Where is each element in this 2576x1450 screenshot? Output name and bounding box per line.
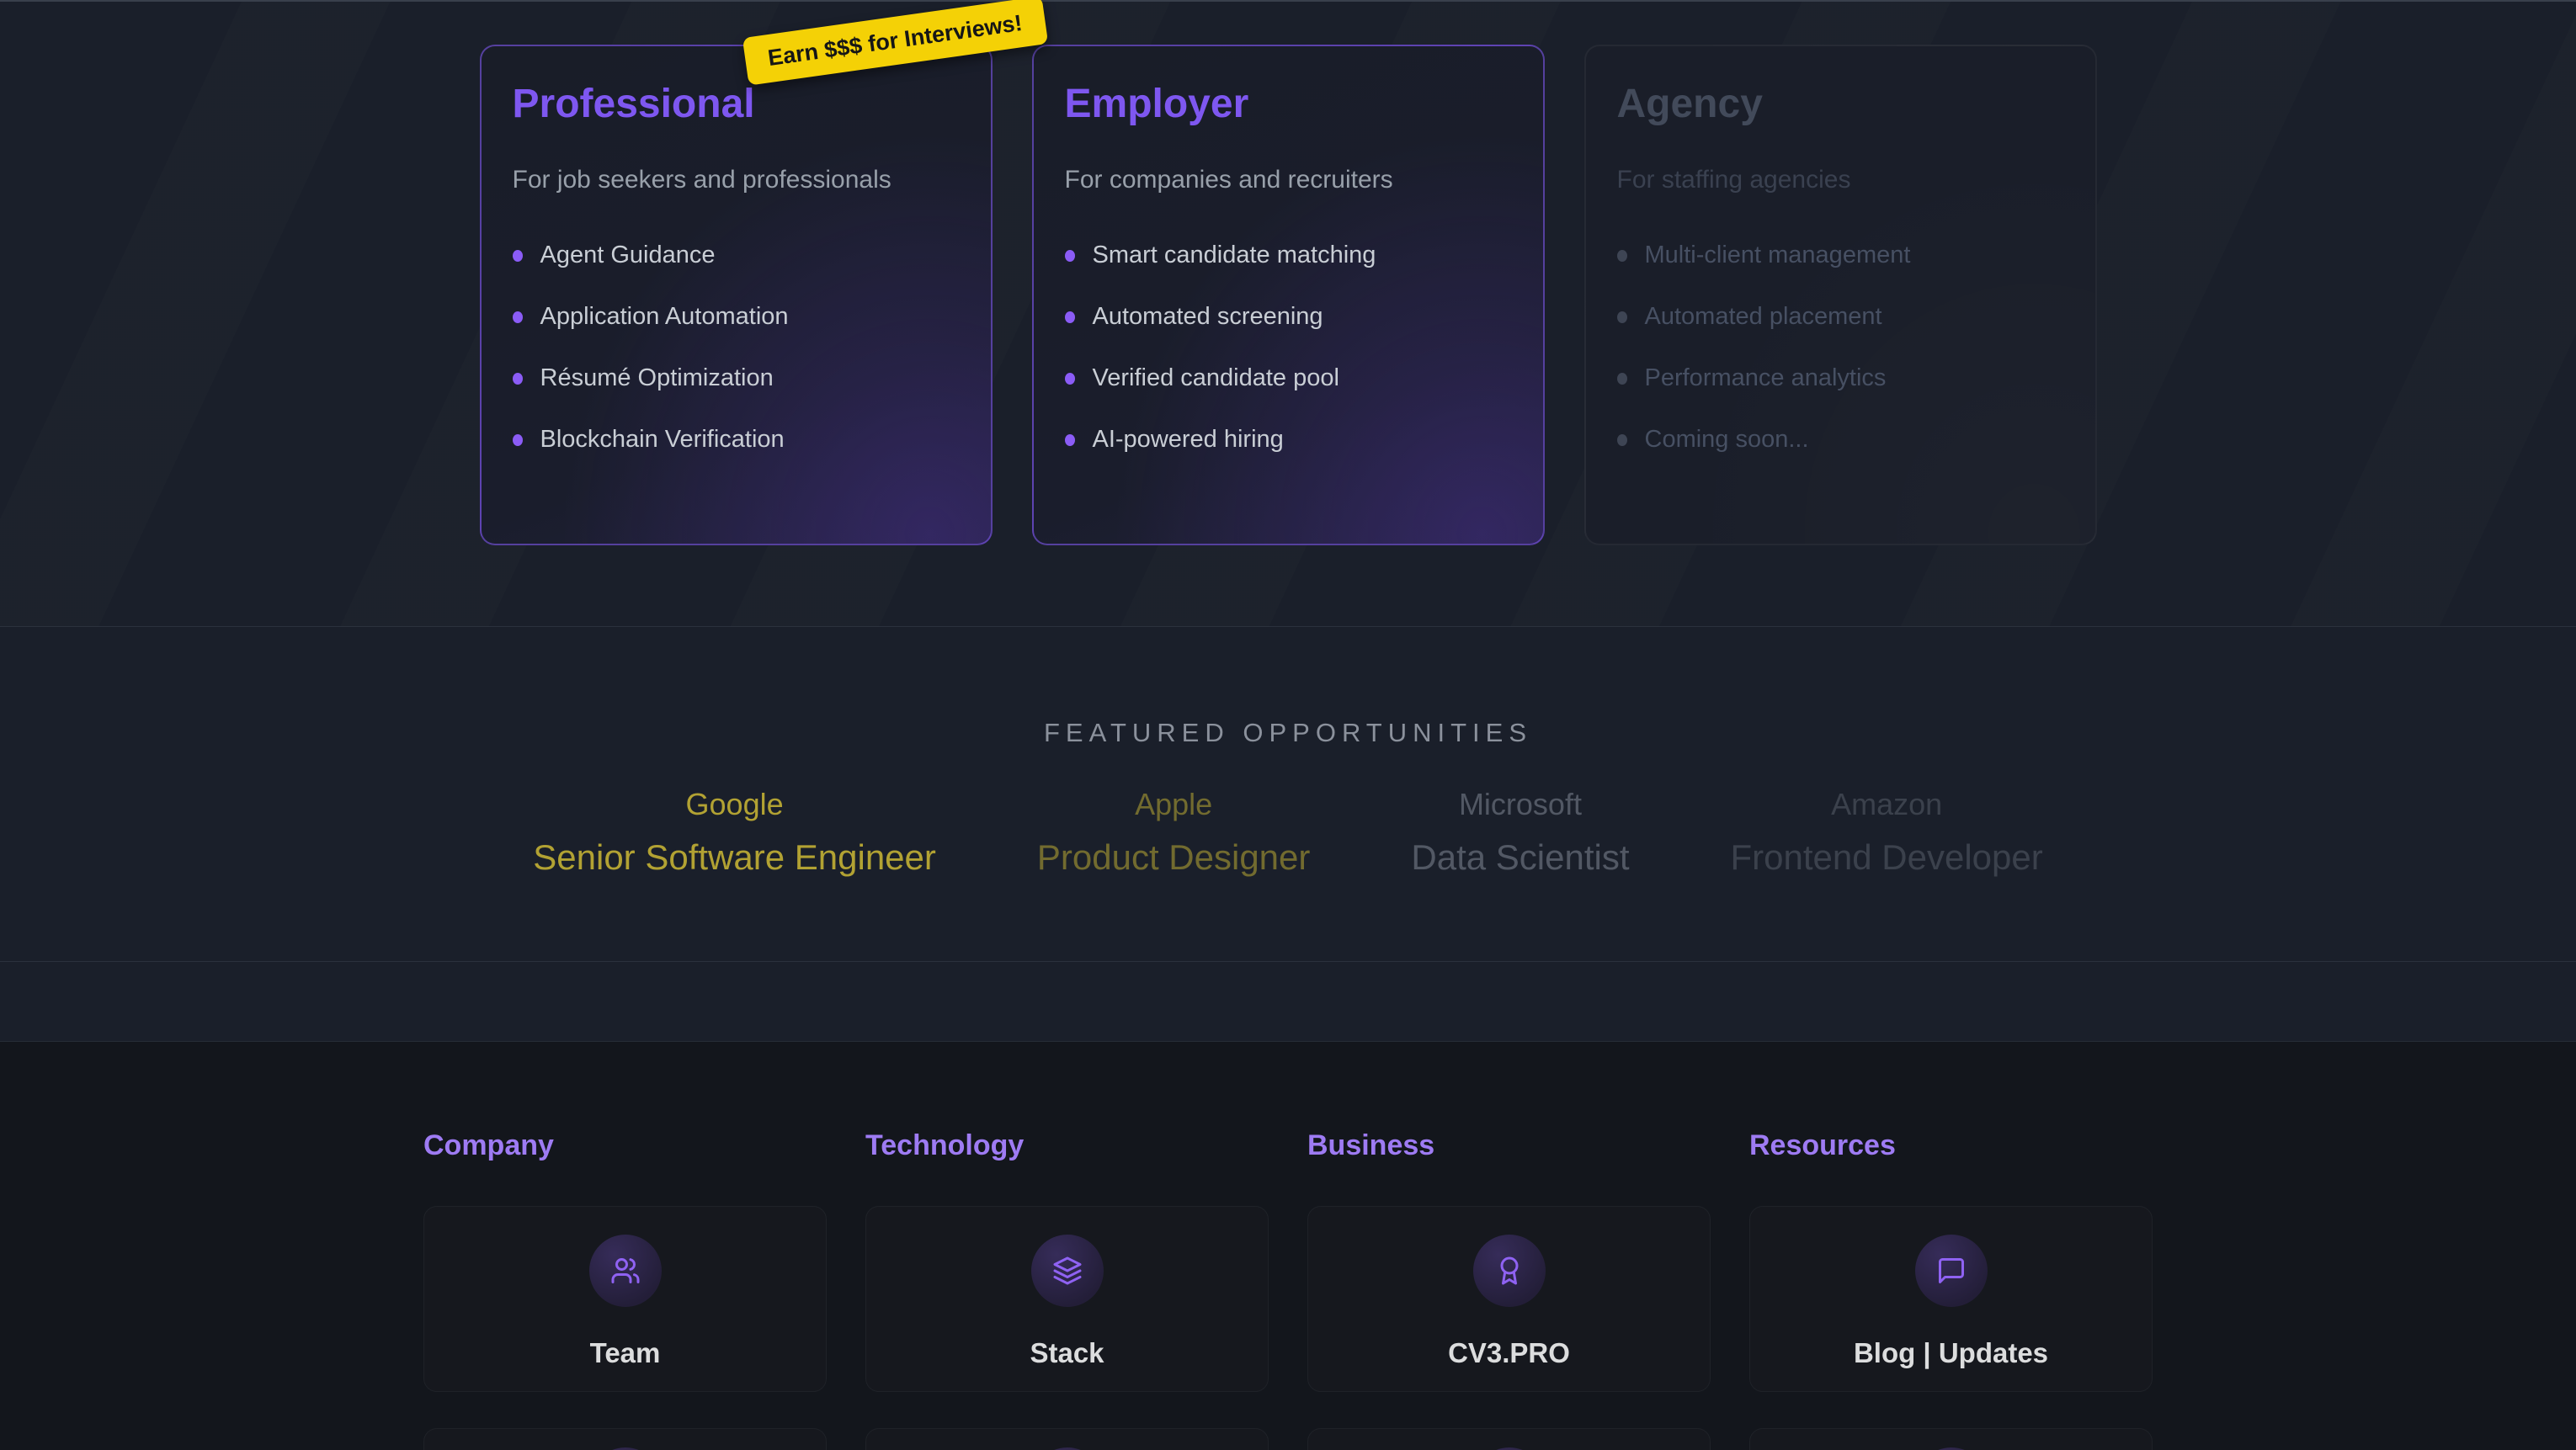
featured-section-title: FEATURED OPPORTUNITIES (0, 627, 2576, 748)
job-role: Data Scientist (1411, 837, 1629, 878)
featured-jobs-carousel: Google Senior Software Engineer Apple Pr… (0, 787, 2576, 878)
featured-job-google[interactable]: Google Senior Software Engineer (533, 787, 936, 878)
bullet-dot-icon (1065, 373, 1075, 385)
footer-card-stack[interactable]: Stack (865, 1206, 1269, 1392)
footer-card-label: CV3.PRO (1448, 1337, 1570, 1369)
feature-label: Résumé Optimization (540, 364, 774, 392)
footer-column-heading: Business (1307, 1129, 1711, 1162)
bullet-dot-icon (1617, 434, 1627, 446)
footer-card-partial[interactable] (865, 1428, 1269, 1450)
bullet-dot-icon (513, 434, 523, 446)
footer-card-label: Stack (1030, 1337, 1104, 1369)
plans-section: Earn $$$ for Interviews! Professional Fo… (0, 0, 2576, 627)
plan-card-agency: Agency For staffing agencies Multi-clien… (1584, 45, 2097, 545)
layers-icon (1031, 1235, 1104, 1307)
plan-feature: Automated placement (1617, 303, 2064, 331)
plan-cards-row: Professional For job seekers and profess… (0, 2, 2576, 545)
footer-card-label: Team (590, 1337, 661, 1369)
job-role: Frontend Developer (1731, 837, 2043, 878)
plan-title: Employer (1065, 81, 1512, 127)
footer-column-technology: Technology Stack (865, 1129, 1269, 1450)
footer-column-business: Business CV3.PRO (1307, 1129, 1711, 1450)
plan-title: Professional (513, 81, 960, 127)
plan-card-professional[interactable]: Professional For job seekers and profess… (480, 45, 993, 545)
feature-label: AI-powered hiring (1093, 426, 1284, 454)
footer-column-resources: Resources Blog | Updates (1749, 1129, 2153, 1450)
featured-job-amazon[interactable]: Amazon Frontend Developer (1731, 787, 2043, 878)
plan-feature: Automated screening (1065, 303, 1512, 331)
bullet-dot-icon (513, 311, 523, 323)
footer-card-label: Blog | Updates (1854, 1337, 2048, 1369)
speech-bubble-icon (1915, 1235, 1988, 1307)
footer-column-heading: Resources (1749, 1129, 2153, 1162)
job-company: Microsoft (1411, 787, 1629, 822)
job-company: Apple (1037, 787, 1311, 822)
plan-feature: Blockchain Verification (513, 426, 960, 454)
bullet-dot-icon (1065, 250, 1075, 262)
plan-feature: Coming soon... (1617, 426, 2064, 454)
site-footer: Company Team Technology (0, 1042, 2576, 1450)
job-role: Senior Software Engineer (533, 837, 936, 878)
bullet-dot-icon (1065, 311, 1075, 323)
feature-label: Automated placement (1645, 303, 1882, 331)
plan-feature: Agent Guidance (513, 242, 960, 269)
bullet-dot-icon (1617, 311, 1627, 323)
plan-feature: Verified candidate pool (1065, 364, 1512, 392)
plan-feature: Résumé Optimization (513, 364, 960, 392)
feature-label: Verified candidate pool (1093, 364, 1339, 392)
plan-description: For staffing agencies (1617, 166, 2064, 194)
bullet-dot-icon (513, 373, 523, 385)
footer-card-partial[interactable] (423, 1428, 827, 1450)
feature-label: Automated screening (1093, 303, 1323, 331)
spacer-band (0, 962, 2576, 1042)
footer-card-cv3pro[interactable]: CV3.PRO (1307, 1206, 1711, 1392)
footer-card-partial[interactable] (1749, 1428, 2153, 1450)
footer-column-company: Company Team (423, 1129, 827, 1450)
plan-title: Agency (1617, 81, 2064, 127)
bullet-dot-icon (1617, 373, 1627, 385)
feature-label: Multi-client management (1645, 242, 1911, 269)
footer-column-heading: Technology (865, 1129, 1269, 1162)
featured-opportunities-section: FEATURED OPPORTUNITIES Google Senior Sof… (0, 627, 2576, 962)
footer-card-team[interactable]: Team (423, 1206, 827, 1392)
award-icon (1473, 1235, 1546, 1307)
job-company: Google (533, 787, 936, 822)
feature-label: Coming soon... (1645, 426, 1809, 454)
plan-feature: AI-powered hiring (1065, 426, 1512, 454)
plan-feature: Application Automation (513, 303, 960, 331)
bullet-dot-icon (513, 250, 523, 262)
footer-grid: Company Team Technology (423, 1129, 2153, 1450)
feature-label: Smart candidate matching (1093, 242, 1376, 269)
users-icon (589, 1235, 662, 1307)
footer-column-heading: Company (423, 1129, 827, 1162)
feature-label: Blockchain Verification (540, 426, 785, 454)
plan-card-employer[interactable]: Employer For companies and recruiters Sm… (1032, 45, 1545, 545)
plan-description: For job seekers and professionals (513, 166, 960, 194)
plan-description: For companies and recruiters (1065, 166, 1512, 194)
featured-job-microsoft[interactable]: Microsoft Data Scientist (1411, 787, 1629, 878)
job-role: Product Designer (1037, 837, 1311, 878)
feature-label: Performance analytics (1645, 364, 1887, 392)
footer-card-partial[interactable] (1307, 1428, 1711, 1450)
plan-feature: Smart candidate matching (1065, 242, 1512, 269)
plan-feature: Multi-client management (1617, 242, 2064, 269)
featured-job-apple[interactable]: Apple Product Designer (1037, 787, 1311, 878)
footer-card-blog[interactable]: Blog | Updates (1749, 1206, 2153, 1392)
plan-feature: Performance analytics (1617, 364, 2064, 392)
bullet-dot-icon (1065, 434, 1075, 446)
feature-label: Agent Guidance (540, 242, 716, 269)
feature-label: Application Automation (540, 303, 789, 331)
bullet-dot-icon (1617, 250, 1627, 262)
job-company: Amazon (1731, 787, 2043, 822)
